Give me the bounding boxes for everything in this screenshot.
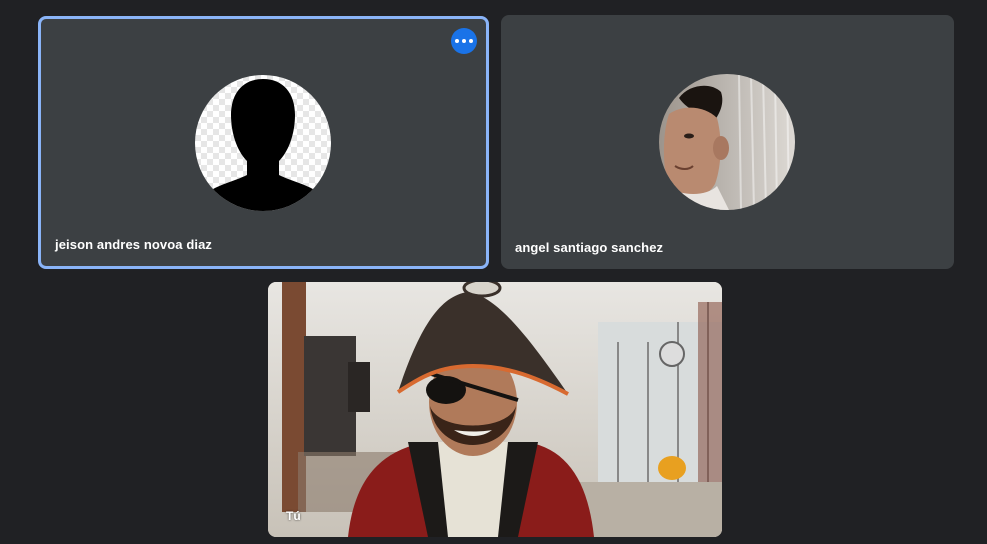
self-video-feed [268,282,722,537]
participant-name: jeison andres novoa diaz [55,237,212,252]
self-view-label: Tú [286,509,301,523]
participant-tile-jeison[interactable]: jeison andres novoa diaz [38,16,489,269]
avatar [195,75,331,211]
more-horizontal-icon [455,39,473,43]
participant-name: angel santiago sanchez [515,240,664,255]
more-options-button[interactable] [451,28,477,54]
participant-tile-angel[interactable]: angel santiago sanchez [501,15,954,269]
avatar [659,74,795,210]
self-video-tile[interactable]: Tú [268,282,722,537]
